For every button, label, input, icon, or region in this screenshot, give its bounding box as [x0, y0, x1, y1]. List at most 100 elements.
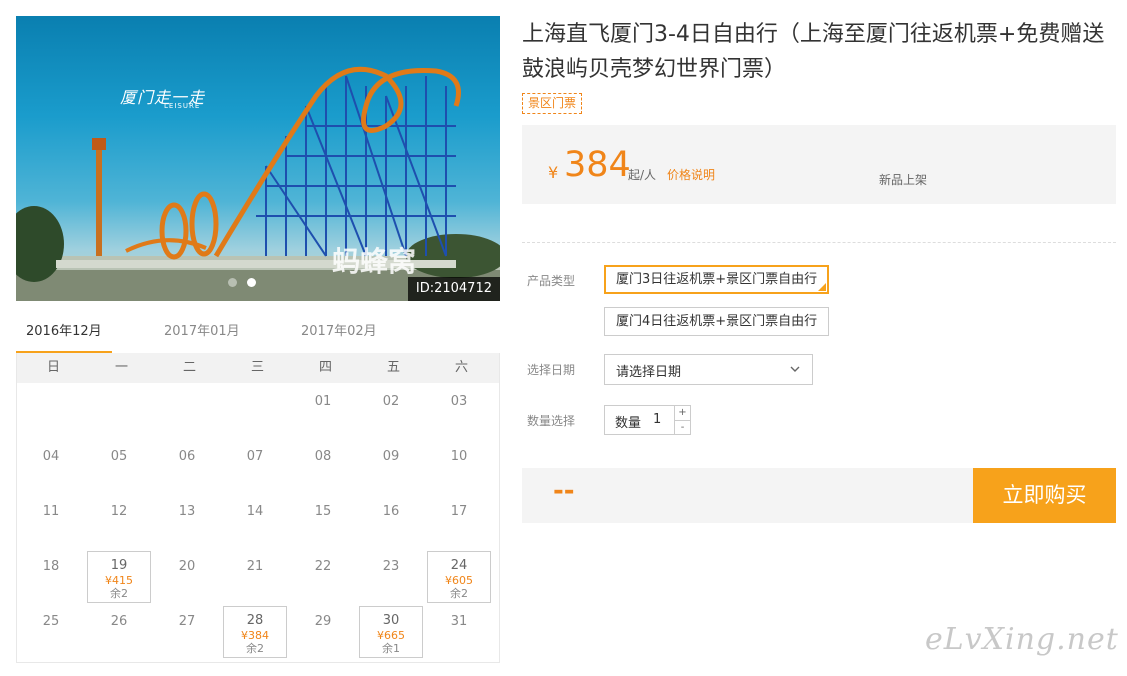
weekday-label: 六 [454, 360, 468, 375]
qty-label: 数量选择 [527, 414, 576, 428]
total-price: -- [553, 476, 575, 506]
weekday-label: 四 [318, 360, 332, 375]
product-detail-page: 厦门走一走 LEISURE 蚂蜂窝 ID:2104712 2016年12月 20… [0, 0, 1127, 676]
day-number: 20 [178, 559, 196, 574]
calendar-day: 10 [427, 441, 491, 493]
day-number: 15 [314, 504, 332, 519]
calendar-day: 05 [87, 441, 151, 493]
date-select[interactable]: 请选择日期 [604, 354, 813, 385]
carousel-dot-active[interactable] [247, 278, 256, 287]
calendar-day: 20 [155, 551, 219, 603]
date-placeholder: 请选择日期 [616, 365, 682, 380]
day-price: ¥665 [377, 629, 405, 642]
weekday-label: 三 [250, 360, 264, 375]
day-stock: 余2 [110, 587, 128, 600]
hero-logo-sub: LEISURE [164, 102, 201, 110]
day-number: 27 [178, 614, 196, 629]
calendar-day: 04 [19, 441, 83, 493]
calendar-day-available[interactable]: 24 ¥605 余2 [427, 551, 491, 603]
day-number: 25 [42, 614, 60, 629]
qty-value[interactable]: 1 [653, 412, 661, 427]
day-number: 18 [42, 559, 60, 574]
tab-month-2016-12[interactable]: 2016年12月 [16, 318, 112, 354]
day-number: 13 [178, 504, 196, 519]
image-watermark: 蚂蜂窝 [332, 245, 417, 278]
calendar-day-available[interactable]: 28 ¥384 余2 [223, 606, 287, 658]
month-tabs: 2016年12月 2017年01月 2017年02月 [16, 318, 500, 354]
calendar-day: 22 [291, 551, 355, 603]
tab-month-2017-02[interactable]: 2017年02月 [301, 318, 377, 354]
day-number: 24 [450, 558, 468, 573]
day-number: 17 [450, 504, 468, 519]
calendar-day: 25 [19, 606, 83, 658]
calendar-day: 17 [427, 496, 491, 548]
day-number: 01 [314, 394, 332, 409]
day-number: 28 [246, 613, 264, 628]
purchase-bar: -- 立即购买 [522, 468, 1116, 523]
day-number: 22 [314, 559, 332, 574]
price-unit: 起/人 [628, 168, 657, 182]
day-number: 03 [450, 394, 468, 409]
buy-now-button[interactable]: 立即购买 [973, 468, 1116, 523]
price-currency: ¥ [548, 163, 559, 182]
day-number: 12 [110, 504, 128, 519]
roller-coaster-scene [16, 66, 500, 301]
type-label: 产品类型 [527, 274, 576, 288]
day-number: 26 [110, 614, 128, 629]
calendar-day: 29 [291, 606, 355, 658]
day-number: 11 [42, 504, 60, 519]
price-box: ¥ 384 起/人 价格说明 新品上架 [522, 125, 1116, 204]
calendar-day: 18 [19, 551, 83, 603]
new-badge: 新品上架 [879, 173, 928, 187]
calendar-day: 01 [291, 386, 355, 438]
day-number: 04 [42, 449, 60, 464]
image-id-badge: ID:2104712 [407, 277, 500, 301]
day-number: 09 [382, 449, 400, 464]
day-price: ¥384 [241, 629, 269, 642]
calendar-day: 08 [291, 441, 355, 493]
day-number: 16 [382, 504, 400, 519]
calendar-day: 26 [87, 606, 151, 658]
day-number: 07 [246, 449, 264, 464]
calendar-day: 09 [359, 441, 423, 493]
day-number: 19 [110, 558, 128, 573]
type-option-3day[interactable]: 厦门3日往返机票+景区门票自由行 [604, 265, 830, 294]
day-stock: 余2 [450, 587, 468, 600]
calendar-weekday-header: 日一二三四五六 [17, 353, 499, 383]
calendar-day-available[interactable]: 19 ¥415 余2 [87, 551, 151, 603]
calendar-day: 06 [155, 441, 219, 493]
calendar-day: 21 [223, 551, 287, 603]
calendar-day: 12 [87, 496, 151, 548]
day-stock: 余1 [382, 642, 400, 655]
calendar-day: 16 [359, 496, 423, 548]
type-option-4day[interactable]: 厦门4日往返机票+景区门票自由行 [604, 307, 830, 336]
qty-decrease-button[interactable]: - [674, 421, 690, 435]
day-number: 14 [246, 504, 264, 519]
day-number: 31 [450, 614, 468, 629]
day-number: 21 [246, 559, 264, 574]
product-image-carousel[interactable]: 厦门走一走 LEISURE 蚂蜂窝 ID:2104712 [16, 16, 500, 301]
day-number: 02 [382, 394, 400, 409]
calendar-day: 31 [427, 606, 491, 658]
calendar-day: 27 [155, 606, 219, 658]
calendar-day-available[interactable]: 30 ¥665 余1 [359, 606, 423, 658]
category-tag: 景区门票 [522, 93, 583, 114]
calendar-day: 11 [19, 496, 83, 548]
weekday-label: 日 [46, 360, 60, 375]
product-title: 上海直飞厦门3-4日自由行（上海至厦门往返机票+免费赠送鼓浪屿贝壳梦幻世界门票） [522, 22, 1105, 82]
day-number: 29 [314, 614, 332, 629]
tab-month-2017-01[interactable]: 2017年01月 [164, 318, 240, 354]
weekday-label: 二 [182, 360, 196, 375]
price-note-link[interactable]: 价格说明 [667, 166, 715, 183]
qty-increase-button[interactable]: + [674, 406, 690, 421]
day-stock: 余2 [246, 642, 264, 655]
carousel-dot[interactable] [228, 278, 237, 287]
chevron-down-icon [790, 366, 800, 372]
calendar-day: 07 [223, 441, 287, 493]
day-number: 23 [382, 559, 400, 574]
day-number: 05 [110, 449, 128, 464]
quantity-stepper: 数量 1 + - [604, 405, 691, 435]
day-number: 08 [314, 449, 332, 464]
day-price: ¥415 [105, 574, 133, 587]
calendar-day: 15 [291, 496, 355, 548]
